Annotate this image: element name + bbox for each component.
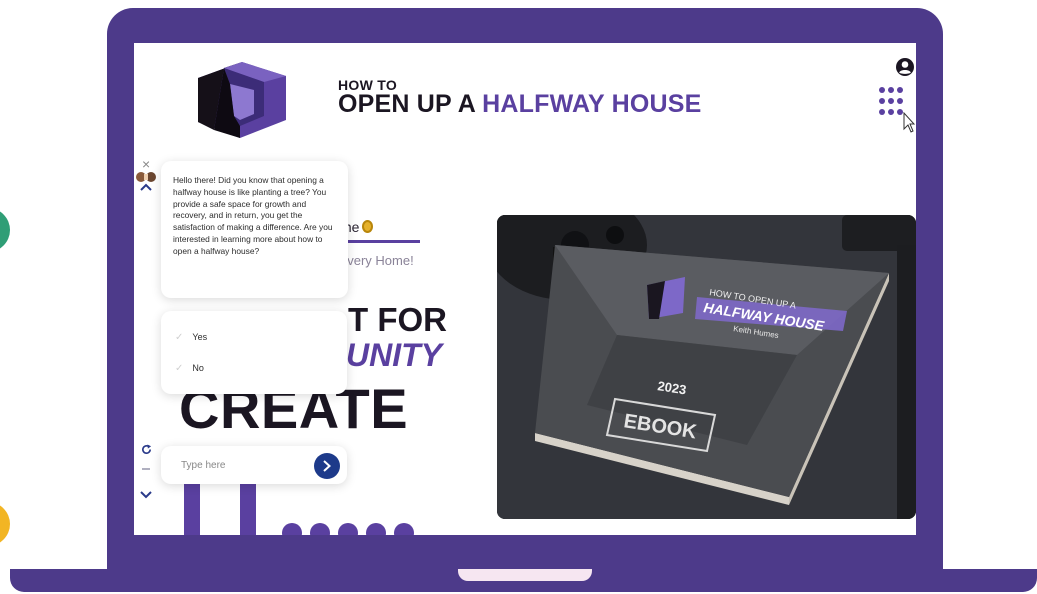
grid-dot [879, 87, 885, 93]
chat-collapse-down-icon[interactable] [140, 490, 152, 500]
decor-dot [282, 523, 302, 535]
chat-option-yes[interactable]: ✓ Yes [175, 329, 207, 345]
site-logo[interactable] [194, 60, 290, 140]
cursor-icon [903, 112, 915, 133]
tab-label-partial-2[interactable]: overy Home! [340, 253, 414, 268]
decor-dot [394, 523, 414, 535]
grid-dot [888, 98, 894, 104]
hero-heading-line1: T FOR [348, 301, 447, 338]
decor-dot [366, 523, 386, 535]
chat-option-label: Yes [192, 332, 208, 342]
chat-option-label: No [192, 363, 204, 373]
hero-decor-bar [240, 475, 256, 535]
brand-title: OPEN UP A HALFWAY HOUSE [338, 90, 701, 119]
decorative-green-circle [0, 208, 10, 252]
chat-close-button[interactable]: × [142, 157, 150, 171]
user-icon[interactable] [895, 57, 915, 77]
ebook-product-image: HOW TO OPEN UP A HALFWAY HOUSE Keith Hum… [497, 215, 916, 519]
chat-options-card [161, 311, 347, 394]
grid-dot [879, 109, 885, 115]
grid-dot [897, 87, 903, 93]
chat-expand-up-icon[interactable] [140, 182, 152, 192]
chat-option-no[interactable]: ✓ No [175, 360, 204, 376]
hero-decor-bar [184, 475, 200, 535]
decor-dot [310, 523, 330, 535]
decor-dot [338, 523, 358, 535]
brand-title-accent: HALFWAY HOUSE [482, 90, 702, 118]
coin-icon [362, 220, 374, 233]
check-icon: ✓ [175, 362, 184, 374]
hero-heading-line2: UNITY [346, 337, 442, 373]
grid-dot [888, 87, 894, 93]
grid-dot [888, 109, 894, 115]
chevron-right-icon [323, 460, 331, 472]
laptop-screen: HOW TO OPEN UP A HALFWAY HOUSE me overy … [134, 43, 916, 535]
check-icon: ✓ [175, 331, 184, 343]
chat-message-bubble: Hello there! Did you know that opening a… [161, 161, 348, 298]
grid-dot [879, 98, 885, 104]
grid-dot [897, 98, 903, 104]
stage: HOW TO OPEN UP A HALFWAY HOUSE me overy … [0, 0, 1037, 594]
brand-title-prefix: OPEN UP A [338, 90, 483, 118]
laptop-notch [458, 569, 592, 581]
refresh-icon[interactable] [141, 444, 152, 455]
decorative-yellow-circle [0, 502, 10, 546]
minimize-icon[interactable] [142, 468, 150, 470]
hero-decor-dots [282, 523, 432, 535]
chat-send-button[interactable] [314, 453, 340, 479]
